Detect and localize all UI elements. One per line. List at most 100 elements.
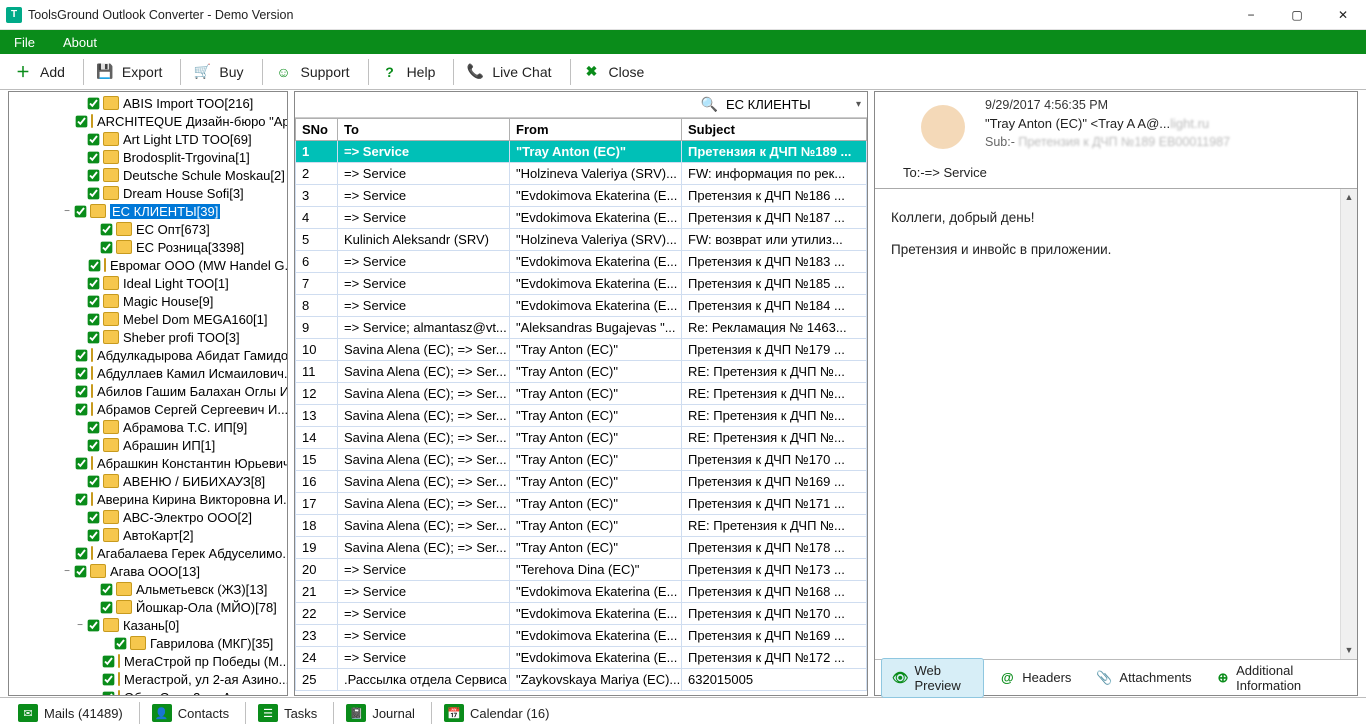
tree-checkbox[interactable] [88,295,100,307]
tree-checkbox[interactable] [76,385,88,397]
tree-item[interactable]: Евромаг ООО (MW Handel G... [9,256,287,274]
tree-checkbox[interactable] [88,187,100,199]
tree-item[interactable]: −Агава ООО[13] [9,562,287,580]
tree-item[interactable]: Абрамова Т.С. ИП[9] [9,418,287,436]
tree-item[interactable]: Альметьевск (ЖЗ)[13] [9,580,287,598]
tree-item[interactable]: ЕС Розница[3398] [9,238,287,256]
menu-file[interactable]: File [0,30,49,54]
tree-checkbox[interactable] [103,655,115,667]
tree-checkbox[interactable] [76,403,88,415]
tree-item[interactable]: Агабалаева Герек Абдуселимо... [9,544,287,562]
table-row[interactable]: 2=> Service"Holzineva Valeriya (SRV)...F… [296,163,867,185]
tree-checkbox[interactable] [88,421,100,433]
minimize-button[interactable]: − [1228,0,1274,30]
tree-checkbox[interactable] [88,331,100,343]
tree-item[interactable]: ARCHITEQUE Дизайн-бюро "Ар... [9,112,287,130]
tree-checkbox[interactable] [103,673,115,685]
table-row[interactable]: 22=> Service"Evdokimova Ekaterina (E...П… [296,603,867,625]
expand-icon[interactable]: − [61,566,73,577]
search-input[interactable] [726,97,836,112]
table-row[interactable]: 15Savina Alena (EC); => Ser..."Tray Anto… [296,449,867,471]
chevron-down-icon[interactable]: ▾ [856,99,861,110]
tree-checkbox[interactable] [76,115,88,127]
tree-checkbox[interactable] [101,241,113,253]
tree-checkbox[interactable] [88,151,100,163]
tree-item[interactable]: −ЕС КЛИЕНТЫ[39] [9,202,287,220]
tree-item[interactable]: Dream House Sofi[3] [9,184,287,202]
tree-checkbox[interactable] [88,619,100,631]
table-row[interactable]: 1=> Service"Tray Anton (EC)" Претензия к… [296,141,867,163]
tree-checkbox[interactable] [76,349,88,361]
tree-item[interactable]: АВС-Электро ООО[2] [9,508,287,526]
table-row[interactable]: 13Savina Alena (EC); => Ser..."Tray Anto… [296,405,867,427]
table-row[interactable]: 20=> Service"Terehova Dina (EC)" Претенз… [296,559,867,581]
table-row[interactable]: 14Savina Alena (EC); => Ser..."Tray Anto… [296,427,867,449]
table-row[interactable]: 21=> Service"Evdokimova Ekaterina (E...П… [296,581,867,603]
tab-web-preview[interactable]: 👁Web Preview [881,658,984,698]
table-row[interactable]: 8=> Service"Evdokimova Ekaterina (E...Пр… [296,295,867,317]
tree-item[interactable]: МегаСтрой пр Победы (М... [9,652,287,670]
table-row[interactable]: 17Savina Alena (EC); => Ser..."Tray Anto… [296,493,867,515]
tree-checkbox[interactable] [88,511,100,523]
expand-icon[interactable]: − [74,620,86,631]
tree-checkbox[interactable] [88,169,100,181]
tree-checkbox[interactable] [89,259,101,271]
tree-checkbox[interactable] [88,97,100,109]
table-row[interactable]: 7=> Service"Evdokimova Ekaterina (E...Пр… [296,273,867,295]
tree-item[interactable]: Мегастрой, ул 2-ая Азино... [9,670,287,688]
search-icon[interactable]: 🔍 [701,96,718,113]
tree-item[interactable]: АВЕНЮ / БИБИХАУЗ[8] [9,472,287,490]
tree-item[interactable]: Art Light LTD TOO[69] [9,130,287,148]
expand-icon[interactable]: − [61,206,73,217]
table-row[interactable]: 10Savina Alena (EC); => Ser..."Tray Anto… [296,339,867,361]
tree-item[interactable]: Ideal Light TOO[1] [9,274,287,292]
th-to[interactable]: To [338,119,510,141]
tab-attachments[interactable]: 📎Attachments [1085,665,1201,691]
tree-item[interactable]: Deutsche Schule Moskau[2] [9,166,287,184]
table-row[interactable]: 9=> Service; almantasz@vt..."Aleksandras… [296,317,867,339]
footer-contacts[interactable]: 👤Contacts [142,701,239,725]
tree-checkbox[interactable] [101,223,113,235]
tree-checkbox[interactable] [76,493,88,505]
tree-checkbox[interactable] [101,601,113,613]
tab-additional-info[interactable]: ⊕Additional Information [1206,659,1347,697]
table-row[interactable]: 25.Рассылка отдела Сервиса"Zaykovskaya M… [296,669,867,691]
menu-about[interactable]: About [49,30,111,54]
th-from[interactable]: From [510,119,682,141]
scroll-down-icon[interactable]: ▼ [1341,642,1357,659]
tree-checkbox[interactable] [88,277,100,289]
scroll-up-icon[interactable]: ▲ [1341,189,1357,206]
footer-mails[interactable]: ✉Mails (41489) [8,701,133,725]
table-row[interactable]: 24=> Service"Evdokimova Ekaterina (E...П… [296,647,867,669]
tree-checkbox[interactable] [75,565,87,577]
footer-tasks[interactable]: ☰Tasks [248,701,327,725]
livechat-button[interactable]: 📞Live Chat [458,57,561,87]
table-row[interactable]: 6=> Service"Evdokimova Ekaterina (E...Пр… [296,251,867,273]
help-button[interactable]: ?Help [373,57,446,87]
tree-item[interactable]: ABIS Import TOO[216] [9,94,287,112]
tree-item[interactable]: Абдуллаев Камил Исмаилович... [9,364,287,382]
preview-scrollbar[interactable]: ▲ ▼ [1340,189,1357,659]
tree-checkbox[interactable] [88,313,100,325]
tree-item[interactable]: Magic House[9] [9,292,287,310]
buy-button[interactable]: 🛒Buy [185,57,253,87]
folder-tree[interactable]: ABIS Import TOO[216]ARCHITEQUE Дизайн-бю… [8,91,288,696]
support-button[interactable]: ☺Support [267,57,360,87]
tree-item[interactable]: Гаврилова (МКГ)[35] [9,634,287,652]
tree-checkbox[interactable] [88,133,100,145]
tree-item[interactable]: Абрашин ИП[1] [9,436,287,454]
tree-item[interactable]: ЕС Опт[673] [9,220,287,238]
tree-item[interactable]: Brodosplit-Trgovina[1] [9,148,287,166]
tree-item[interactable]: Абилов Гашим Балахан Оглы И... [9,382,287,400]
tree-checkbox[interactable] [75,205,87,217]
tree-checkbox[interactable] [101,583,113,595]
table-row[interactable]: 16Savina Alena (EC); => Ser..."Tray Anto… [296,471,867,493]
th-sno[interactable]: SNo [296,119,338,141]
table-row[interactable]: 4=> Service"Evdokimova Ekaterina (E...Пр… [296,207,867,229]
table-row[interactable]: 3=> Service"Evdokimova Ekaterina (E...Пр… [296,185,867,207]
tree-item[interactable]: Йошкар-Ола (МЙО)[78] [9,598,287,616]
tree-checkbox[interactable] [76,547,88,559]
tree-checkbox[interactable] [76,367,88,379]
tree-item[interactable]: −Казань[0] [9,616,287,634]
add-button[interactable]: ＋Add [6,57,75,87]
